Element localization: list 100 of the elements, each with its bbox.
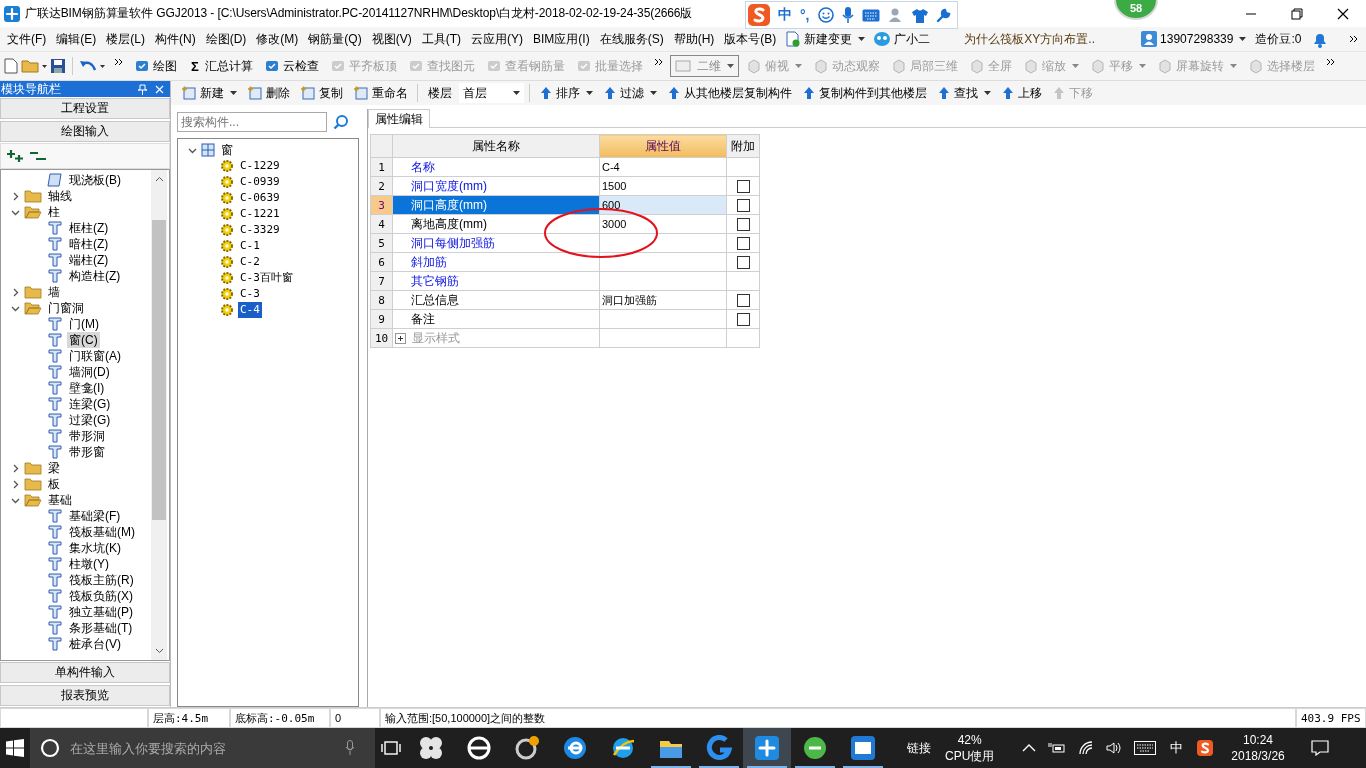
- menu-item[interactable]: 绘图(D): [200, 30, 252, 48]
- taskbar-app[interactable]: [743, 728, 791, 768]
- chevron-icon[interactable]: [11, 287, 20, 297]
- overflow-icon[interactable]: [653, 58, 663, 66]
- section-button[interactable]: 工程设置: [0, 98, 170, 119]
- toolbar-button[interactable]: 上移: [997, 82, 1046, 104]
- tree-item[interactable]: 筏板基础(M): [67, 524, 137, 540]
- tree-item[interactable]: 现浇板(B): [67, 172, 123, 188]
- clock-date[interactable]: 2018/3/26: [1231, 748, 1285, 764]
- toolbar-button[interactable]: 绘图: [130, 55, 181, 77]
- checkbox[interactable]: [736, 294, 750, 308]
- open-folder-icon[interactable]: [21, 58, 47, 74]
- tree-item[interactable]: C-4: [238, 302, 262, 318]
- tree-item[interactable]: 连梁(G): [67, 396, 113, 412]
- menu-item[interactable]: 在线服务(S): [594, 30, 669, 48]
- wrench-icon[interactable]: [935, 7, 951, 23]
- wifi-icon[interactable]: [1078, 741, 1095, 755]
- cortana-icon[interactable]: [40, 738, 60, 758]
- menu-item[interactable]: 文件(F): [2, 30, 52, 48]
- property-value[interactable]: [599, 233, 727, 253]
- chevron-icon[interactable]: [11, 191, 20, 201]
- tree-item[interactable]: 端柱(Z): [67, 252, 111, 268]
- tree-item[interactable]: 窗(C): [67, 332, 100, 348]
- tree-item[interactable]: 构造柱(Z): [67, 268, 123, 284]
- toolbar-button[interactable]: 删除: [243, 82, 294, 104]
- toolbar-button[interactable]: 新建: [177, 82, 241, 104]
- toolbar-button[interactable]: 云检查: [259, 55, 323, 77]
- input-language[interactable]: 中: [1162, 739, 1192, 757]
- property-value[interactable]: [599, 252, 727, 272]
- tree-folder[interactable]: 板: [46, 476, 62, 492]
- tab[interactable]: 属性编辑: [368, 109, 430, 128]
- tree-item[interactable]: C-0939: [238, 174, 282, 190]
- chevron-up-icon[interactable]: [1022, 744, 1037, 752]
- tree-item[interactable]: 桩承台(V): [67, 636, 123, 652]
- checkbox[interactable]: [736, 180, 750, 194]
- ime-logo-icon[interactable]: [1197, 740, 1214, 756]
- checkbox[interactable]: [736, 256, 750, 270]
- new-file-icon[interactable]: [4, 58, 18, 74]
- restore-icon[interactable]: [1291, 7, 1303, 20]
- tree-item[interactable]: C-3329: [238, 222, 282, 238]
- tree-item[interactable]: 基础梁(F): [67, 508, 123, 524]
- pin-icon[interactable]: [138, 83, 147, 95]
- tree-item[interactable]: 筏板主筋(R): [67, 572, 136, 588]
- chevron-icon[interactable]: [11, 463, 20, 473]
- tree-item[interactable]: 门联窗(A): [67, 348, 123, 364]
- tree-item[interactable]: C-0639: [238, 190, 282, 206]
- menu-item[interactable]: 视图(V): [366, 30, 417, 48]
- tree-folder[interactable]: 轴线: [46, 188, 74, 204]
- tree-item[interactable]: 壁龛(I): [67, 380, 107, 396]
- scroll-up-icon[interactable]: [154, 176, 164, 182]
- toolbar-button[interactable]: 查找: [933, 82, 995, 104]
- menu-item[interactable]: 云应用(Y): [466, 30, 528, 48]
- close-icon[interactable]: [1337, 7, 1349, 20]
- links-toolbar[interactable]: 链接: [887, 739, 945, 757]
- search-icon[interactable]: [333, 114, 349, 130]
- expand-icon[interactable]: [395, 332, 406, 344]
- view-dropdown[interactable]: 二维: [669, 55, 739, 77]
- checkbox[interactable]: [736, 237, 750, 251]
- tree-item[interactable]: C-3百叶窗: [238, 270, 295, 286]
- volume-icon[interactable]: [1106, 741, 1123, 755]
- property-value[interactable]: 洞口加强筋: [599, 290, 727, 310]
- tree-item[interactable]: C-1: [238, 238, 262, 254]
- ime-language[interactable]: 中: [778, 6, 792, 24]
- tree-item[interactable]: 墙洞(D): [67, 364, 112, 380]
- clock-time[interactable]: 10:24: [1243, 732, 1274, 748]
- toolbar-button[interactable]: 复制: [296, 82, 347, 104]
- notification-icon[interactable]: [1310, 740, 1329, 756]
- property-value[interactable]: 3000: [599, 214, 727, 234]
- microphone-icon[interactable]: [841, 6, 854, 24]
- tree-item[interactable]: 集水坑(K): [67, 540, 123, 556]
- menu-item[interactable]: 修改(M): [251, 30, 304, 48]
- tree-item[interactable]: 带形窗: [67, 444, 107, 460]
- toolbar-button[interactable]: 复制构件到其他楼层: [798, 82, 931, 104]
- search-field[interactable]: 搜索构件...: [177, 112, 327, 132]
- tree-folder[interactable]: 柱: [46, 204, 62, 220]
- chevron-icon[interactable]: [11, 479, 20, 489]
- tree-item[interactable]: C-1221: [238, 206, 282, 222]
- task-view-icon[interactable]: [381, 741, 401, 755]
- tree-item[interactable]: C-3: [238, 286, 262, 302]
- menu-item[interactable]: 构件(N): [150, 30, 201, 48]
- microphone-icon[interactable]: [345, 740, 355, 756]
- tree-folder[interactable]: 门窗洞: [46, 300, 86, 316]
- menu-item[interactable]: 帮助(H): [668, 30, 720, 48]
- keyboard-icon[interactable]: [1134, 741, 1157, 755]
- taskbar-search-field[interactable]: 在这里输入你要搜索的内容: [30, 728, 375, 768]
- toolbar-button[interactable]: Σ 汇总计算: [184, 55, 257, 77]
- scroll-down-icon[interactable]: [154, 648, 164, 654]
- smiley-icon[interactable]: [817, 7, 834, 23]
- tree-item[interactable]: 柱墩(Y): [67, 556, 111, 572]
- tree-folder[interactable]: 墙: [46, 284, 62, 300]
- tree-folder[interactable]: 基础: [46, 492, 74, 508]
- tree-item[interactable]: 带形洞: [67, 428, 107, 444]
- menu-item[interactable]: 版本号(B): [719, 30, 782, 48]
- tree-item[interactable]: 暗柱(Z): [67, 236, 111, 252]
- menu-item[interactable]: 工具(T): [416, 30, 466, 48]
- toolbar-button[interactable]: 排序: [535, 82, 597, 104]
- tree-item[interactable]: 条形基础(T): [67, 620, 135, 636]
- tree-item[interactable]: 过梁(G): [67, 412, 113, 428]
- overflow-icon[interactable]: [114, 58, 123, 66]
- tree-item[interactable]: 门(M): [67, 316, 101, 332]
